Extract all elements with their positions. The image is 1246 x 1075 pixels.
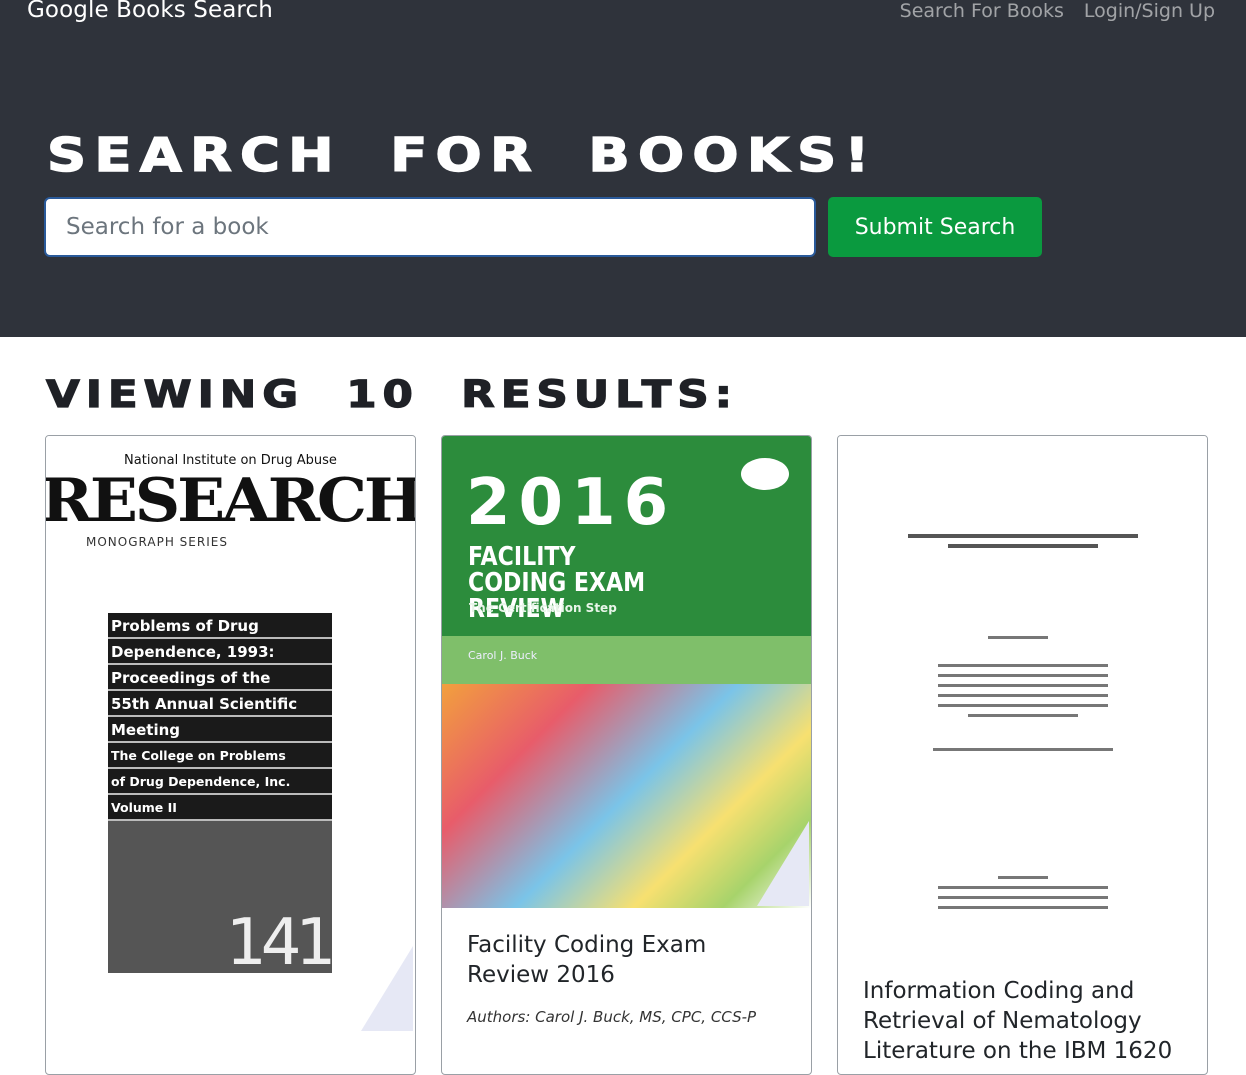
nav-link-login[interactable]: Login/Sign Up xyxy=(1084,0,1215,22)
cover-author: Carol J. Buck xyxy=(468,649,538,662)
cover-subtitle: The Certification Step xyxy=(469,601,617,615)
cover-text-line xyxy=(938,896,1108,899)
book-card[interactable]: National Institute on Drug Abuse RESEARC… xyxy=(45,435,416,1075)
cover-text-line xyxy=(933,748,1113,751)
cover-line: The College on Problems xyxy=(108,743,332,769)
page-curl-icon xyxy=(361,946,413,1031)
book-cover-image[interactable] xyxy=(838,436,1207,956)
card-body: Facility Coding Exam Review 2016 Authors… xyxy=(442,908,811,1048)
navbar-links: Search For Books Login/Sign Up xyxy=(900,0,1215,22)
cover-text-line xyxy=(938,704,1108,707)
page-curl-icon xyxy=(757,821,809,906)
search-input[interactable] xyxy=(44,197,816,257)
cover-line: Meeting xyxy=(108,717,332,743)
cover-text-line xyxy=(988,636,1048,639)
submit-search-button[interactable]: Submit Search xyxy=(828,197,1042,257)
header-hero: Google Books Search Search For Books Log… xyxy=(0,0,1246,337)
cover-series: MONOGRAPH SERIES xyxy=(86,535,228,549)
card-body: Information Coding and Retrieval of Nema… xyxy=(838,956,1207,1074)
results-list: National Institute on Drug Abuse RESEARC… xyxy=(45,435,1208,1075)
publisher-logo-icon xyxy=(741,458,789,490)
cover-line: Dependence, 1993: xyxy=(108,639,332,665)
book-cover-image[interactable]: 2016 FACILITY CODING EXAM REVIEW The Cer… xyxy=(442,436,811,908)
cover-text-line xyxy=(948,544,1098,548)
cover-line: Problems of Drug xyxy=(108,613,332,639)
cover-text-line xyxy=(938,684,1108,687)
cover-text-line xyxy=(968,714,1078,717)
cover-masthead: RESEARCH xyxy=(45,466,416,536)
cover-line: of Drug Dependence, Inc. xyxy=(108,769,332,795)
cover-year: 2016 xyxy=(466,466,677,540)
book-card[interactable]: 2016 FACILITY CODING EXAM REVIEW The Cer… xyxy=(441,435,812,1075)
cover-text-line xyxy=(938,694,1108,697)
book-title[interactable]: Facility Coding Exam Review 2016 xyxy=(467,930,786,990)
search-form: Submit Search xyxy=(44,197,1042,257)
cover-text-line xyxy=(938,886,1108,889)
results-heading: Viewing 10 results: xyxy=(45,372,738,416)
cover-artwork xyxy=(442,684,811,908)
nav-link-search[interactable]: Search For Books xyxy=(900,0,1064,22)
cover-text-line xyxy=(938,906,1108,909)
cover-text-line xyxy=(938,674,1108,677)
book-title[interactable]: Information Coding and Retrieval of Nema… xyxy=(863,976,1182,1066)
navbar-brand[interactable]: Google Books Search xyxy=(27,0,273,23)
cover-text-line xyxy=(908,534,1138,538)
cover-line: 55th Annual Scientific xyxy=(108,691,332,717)
cover-text-line xyxy=(998,876,1048,879)
cover-text-line xyxy=(938,664,1108,667)
book-cover-image[interactable]: National Institute on Drug Abuse RESEARC… xyxy=(46,436,415,1033)
page-title: Search For Books! xyxy=(46,127,878,182)
cover-title-lines: Problems of Drug Dependence, 1993: Proce… xyxy=(108,613,332,821)
cover-volume-number: 141 xyxy=(226,906,336,980)
cover-line: Proceedings of the xyxy=(108,665,332,691)
book-card[interactable]: Information Coding and Retrieval of Nema… xyxy=(837,435,1208,1075)
cover-line: Volume II xyxy=(108,795,332,821)
book-authors: Authors: Carol J. Buck, MS, CPC, CCS-P xyxy=(467,1008,757,1026)
